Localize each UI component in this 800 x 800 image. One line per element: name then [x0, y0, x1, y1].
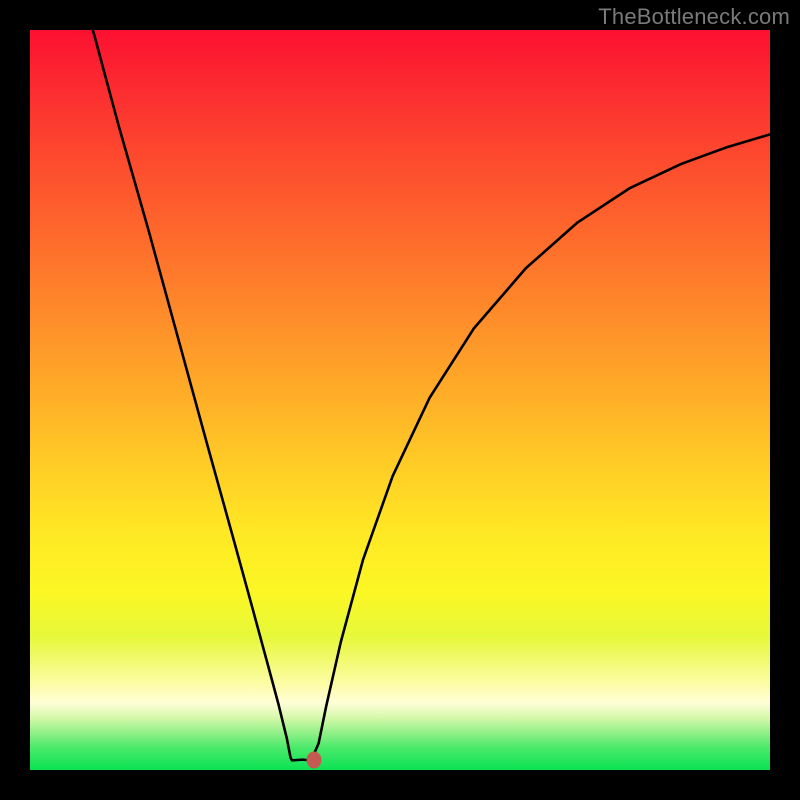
watermark-text: TheBottleneck.com	[598, 4, 790, 30]
bottleneck-curve	[93, 30, 770, 760]
plot-area	[30, 30, 770, 770]
curve-svg	[30, 30, 770, 770]
chart-stage: TheBottleneck.com	[0, 0, 800, 800]
min-marker-dot	[307, 752, 322, 769]
